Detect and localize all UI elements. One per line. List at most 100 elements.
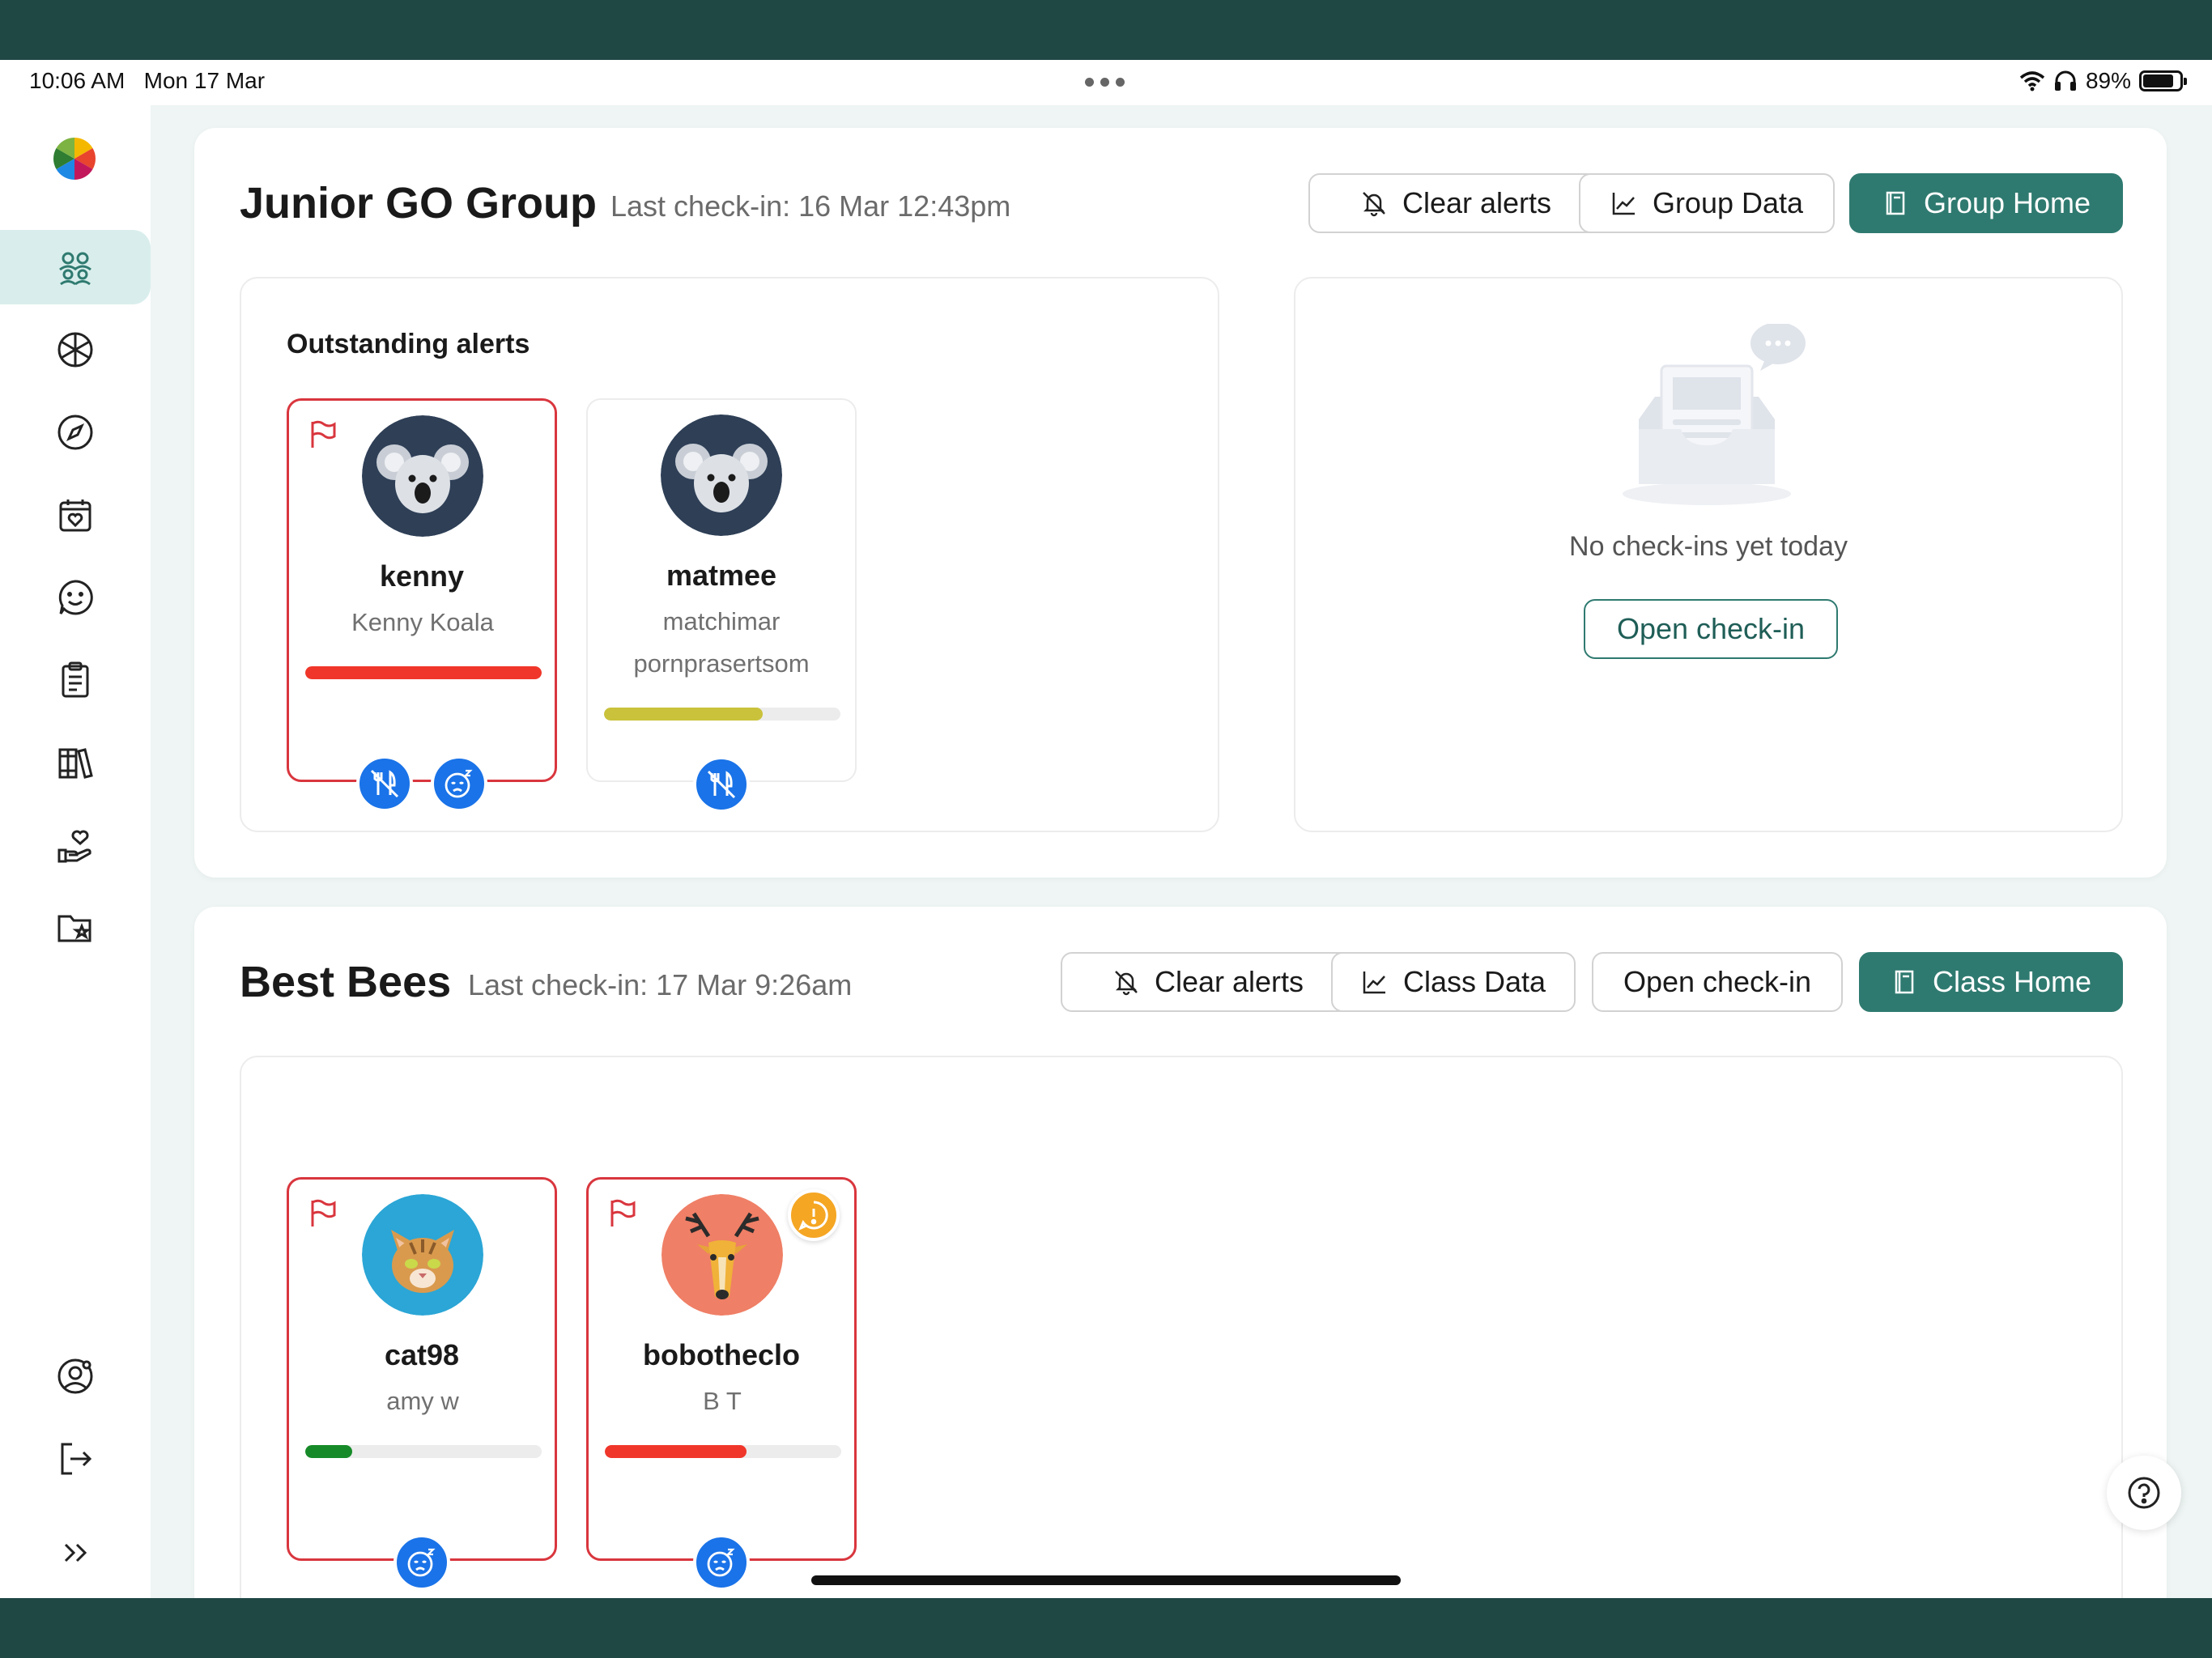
student-card[interactable]: bobotheclo B T bbox=[586, 1177, 857, 1591]
mood-bar-fill bbox=[604, 708, 763, 721]
mood-bar-fill bbox=[305, 1445, 353, 1458]
student-name: amy w bbox=[386, 1387, 459, 1415]
group-title: Best Bees bbox=[240, 958, 452, 1006]
sidebar-item-support[interactable] bbox=[0, 808, 151, 882]
tired-badge[interactable] bbox=[393, 1534, 450, 1591]
open-checkin-button[interactable]: Open check-in bbox=[1592, 952, 1843, 1012]
bell-off-icon bbox=[1363, 192, 1385, 217]
sidebar-item-logout[interactable] bbox=[0, 1422, 151, 1496]
books-icon bbox=[58, 748, 93, 779]
helping-hand-icon bbox=[57, 830, 91, 863]
help-icon bbox=[2128, 1477, 2160, 1509]
sidebar-item-calendar[interactable] bbox=[0, 478, 151, 552]
no-eating-badge[interactable] bbox=[693, 756, 750, 813]
student-name: matchimar pornprasertsom bbox=[633, 607, 810, 678]
expand-icon bbox=[64, 1543, 87, 1562]
tired-badge[interactable] bbox=[431, 755, 487, 812]
group-home-button[interactable]: Group Home bbox=[1849, 173, 2123, 233]
cat-avatar bbox=[362, 1194, 483, 1316]
tired-badge[interactable] bbox=[693, 1534, 750, 1591]
multitasking-dots[interactable] bbox=[1085, 78, 1125, 87]
tired-face-icon bbox=[445, 769, 473, 798]
group-card-best-bees: Best Bees Last check-in: 17 Mar 9:26am C… bbox=[194, 907, 2167, 1598]
mood-bar bbox=[604, 708, 840, 721]
flag-icon bbox=[311, 1199, 336, 1226]
koala-avatar bbox=[362, 415, 483, 537]
alerts-heading: Outstanding alerts bbox=[287, 329, 530, 359]
sidebar-item-chat[interactable] bbox=[0, 560, 151, 635]
no-eating-icon bbox=[707, 770, 736, 799]
help-button[interactable] bbox=[2107, 1456, 2181, 1530]
last-checkin: Last check-in: 17 Mar 9:26am bbox=[468, 968, 853, 1001]
student-card[interactable]: kenny Kenny Koala bbox=[287, 398, 557, 812]
sidebar-item-expand[interactable] bbox=[0, 1516, 151, 1590]
student-name: Kenny Koala bbox=[351, 608, 494, 636]
app-screen: 10:06 AM Mon 17 Mar 89% Junior GO Group … bbox=[0, 60, 2212, 1598]
student-username: kenny bbox=[379, 559, 465, 593]
flag-icon bbox=[610, 1199, 636, 1226]
logout-icon bbox=[61, 1443, 92, 1475]
group-title: Junior GO Group bbox=[240, 179, 597, 227]
status-bar: 10:06 AM Mon 17 Mar 89% bbox=[0, 60, 2212, 105]
book-icon bbox=[1886, 191, 1905, 215]
status-indicators: 89% bbox=[2019, 68, 2187, 94]
headphones-icon bbox=[2054, 70, 2076, 91]
sidebar-item-groups[interactable] bbox=[0, 230, 151, 304]
student-name: B T bbox=[703, 1387, 742, 1415]
sidebar-item-reports[interactable] bbox=[0, 643, 151, 717]
no-eating-badge[interactable] bbox=[356, 755, 413, 812]
line-chart-icon bbox=[1363, 971, 1385, 994]
student-username: cat98 bbox=[384, 1338, 460, 1371]
tired-face-icon bbox=[707, 1548, 735, 1577]
outstanding-alerts-panel: Outstanding alerts kenny Kenny Koala mat… bbox=[240, 277, 1219, 832]
book-icon bbox=[1895, 970, 1914, 994]
mood-bar-fill bbox=[305, 666, 542, 679]
empty-state-text: No check-ins yet today bbox=[1569, 531, 1848, 562]
students-panel: cat98 amy w bobotheclo B T bbox=[240, 1056, 2123, 1598]
deer-avatar bbox=[661, 1194, 783, 1316]
clipboard-icon bbox=[62, 661, 89, 698]
sidebar-item-library[interactable] bbox=[0, 725, 151, 800]
student-card[interactable]: cat98 amy w bbox=[287, 1177, 557, 1591]
class-home-button[interactable]: Class Home bbox=[1859, 952, 2123, 1012]
group-data-button[interactable]: Group Data bbox=[1579, 173, 1835, 233]
last-checkin: Last check-in: 16 Mar 12:43pm bbox=[610, 189, 1011, 223]
badge-row bbox=[289, 1534, 555, 1591]
wifi-icon bbox=[2019, 71, 2045, 91]
bell-off-icon bbox=[1115, 971, 1138, 996]
badge-row bbox=[588, 756, 855, 813]
checkin-empty-panel: No check-ins yet today Open check-in bbox=[1294, 277, 2123, 832]
sidebar-item-wellbeing[interactable] bbox=[0, 312, 151, 387]
wellbeing-wheel-icon bbox=[57, 332, 93, 368]
clear-alerts-button[interactable]: Clear alerts bbox=[1061, 952, 1355, 1012]
sidebar-item-resources[interactable] bbox=[0, 891, 151, 965]
app-logo-icon[interactable] bbox=[52, 136, 97, 181]
class-data-button[interactable]: Class Data bbox=[1331, 952, 1576, 1012]
groups-icon bbox=[59, 252, 91, 286]
alert-indicator[interactable] bbox=[788, 1189, 840, 1241]
student-username: bobotheclo bbox=[643, 1338, 800, 1371]
sidebar-item-explore[interactable] bbox=[0, 395, 151, 470]
open-checkin-button[interactable]: Open check-in bbox=[1584, 599, 1838, 659]
no-eating-icon bbox=[370, 769, 399, 798]
exclamation-icon bbox=[798, 1201, 828, 1231]
flag-icon bbox=[311, 420, 336, 448]
home-indicator[interactable] bbox=[811, 1575, 1401, 1585]
calendar-heart-icon bbox=[59, 500, 91, 532]
student-card[interactable]: matmee matchimar pornprasertsom bbox=[586, 398, 857, 813]
mood-bar bbox=[305, 666, 542, 679]
sidebar bbox=[0, 105, 151, 1598]
sidebar-item-profile[interactable] bbox=[0, 1339, 151, 1414]
user-settings-icon bbox=[57, 1358, 93, 1394]
empty-inbox-illustration bbox=[1623, 324, 1806, 505]
compass-icon bbox=[57, 414, 93, 450]
clear-alerts-button[interactable]: Clear alerts bbox=[1308, 173, 1603, 233]
folder-star-icon bbox=[57, 915, 91, 942]
mood-bar bbox=[305, 1445, 542, 1458]
badge-row bbox=[289, 755, 555, 812]
mood-bar-fill bbox=[605, 1445, 747, 1458]
student-username: matmee bbox=[666, 559, 777, 592]
status-time: 10:06 AM Mon 17 Mar bbox=[29, 68, 266, 93]
line-chart-icon bbox=[1612, 193, 1635, 215]
koala-avatar bbox=[661, 414, 782, 536]
